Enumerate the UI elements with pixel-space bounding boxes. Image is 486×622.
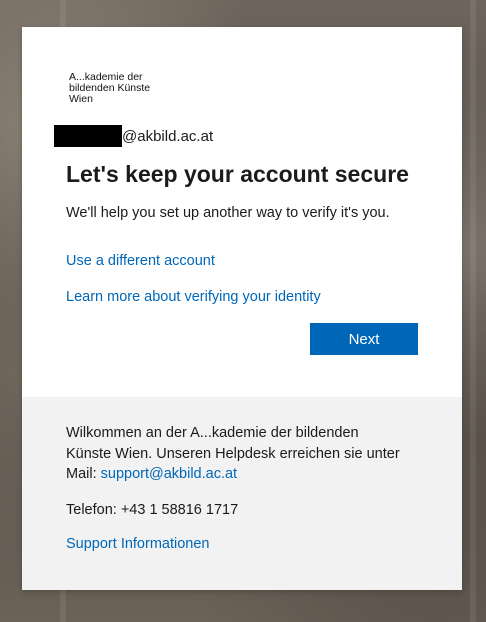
account-identity: @akbild.ac.at bbox=[54, 125, 213, 147]
welcome-message: Wilkommen an der A...kademie der bildend… bbox=[66, 423, 406, 485]
learn-more-link[interactable]: Learn more about verifying your identity bbox=[66, 289, 321, 305]
page-description: We'll help you set up another way to ver… bbox=[66, 205, 390, 221]
background-decoration bbox=[470, 0, 476, 622]
card-main: A...kademie der bildenden Künste Wien @a… bbox=[22, 27, 462, 397]
card-footer: Wilkommen an der A...kademie der bildend… bbox=[22, 397, 462, 590]
support-information-link[interactable]: Support Informationen bbox=[66, 536, 209, 552]
next-button[interactable]: Next bbox=[310, 323, 418, 355]
page-title: Let's keep your account secure bbox=[66, 161, 409, 187]
support-email-link[interactable]: support@akbild.ac.at bbox=[101, 466, 237, 482]
logo-line: Wien bbox=[69, 93, 93, 105]
use-different-account-link[interactable]: Use a different account bbox=[66, 253, 215, 269]
redacted-username bbox=[54, 125, 122, 147]
email-domain: @akbild.ac.at bbox=[122, 127, 214, 145]
sign-in-card: A...kademie der bildenden Künste Wien @a… bbox=[22, 27, 462, 590]
phone-number: Telefon: +43 1 58816 1717 bbox=[66, 502, 239, 518]
organization-logo: A...kademie der bildenden Künste Wien bbox=[69, 72, 150, 105]
